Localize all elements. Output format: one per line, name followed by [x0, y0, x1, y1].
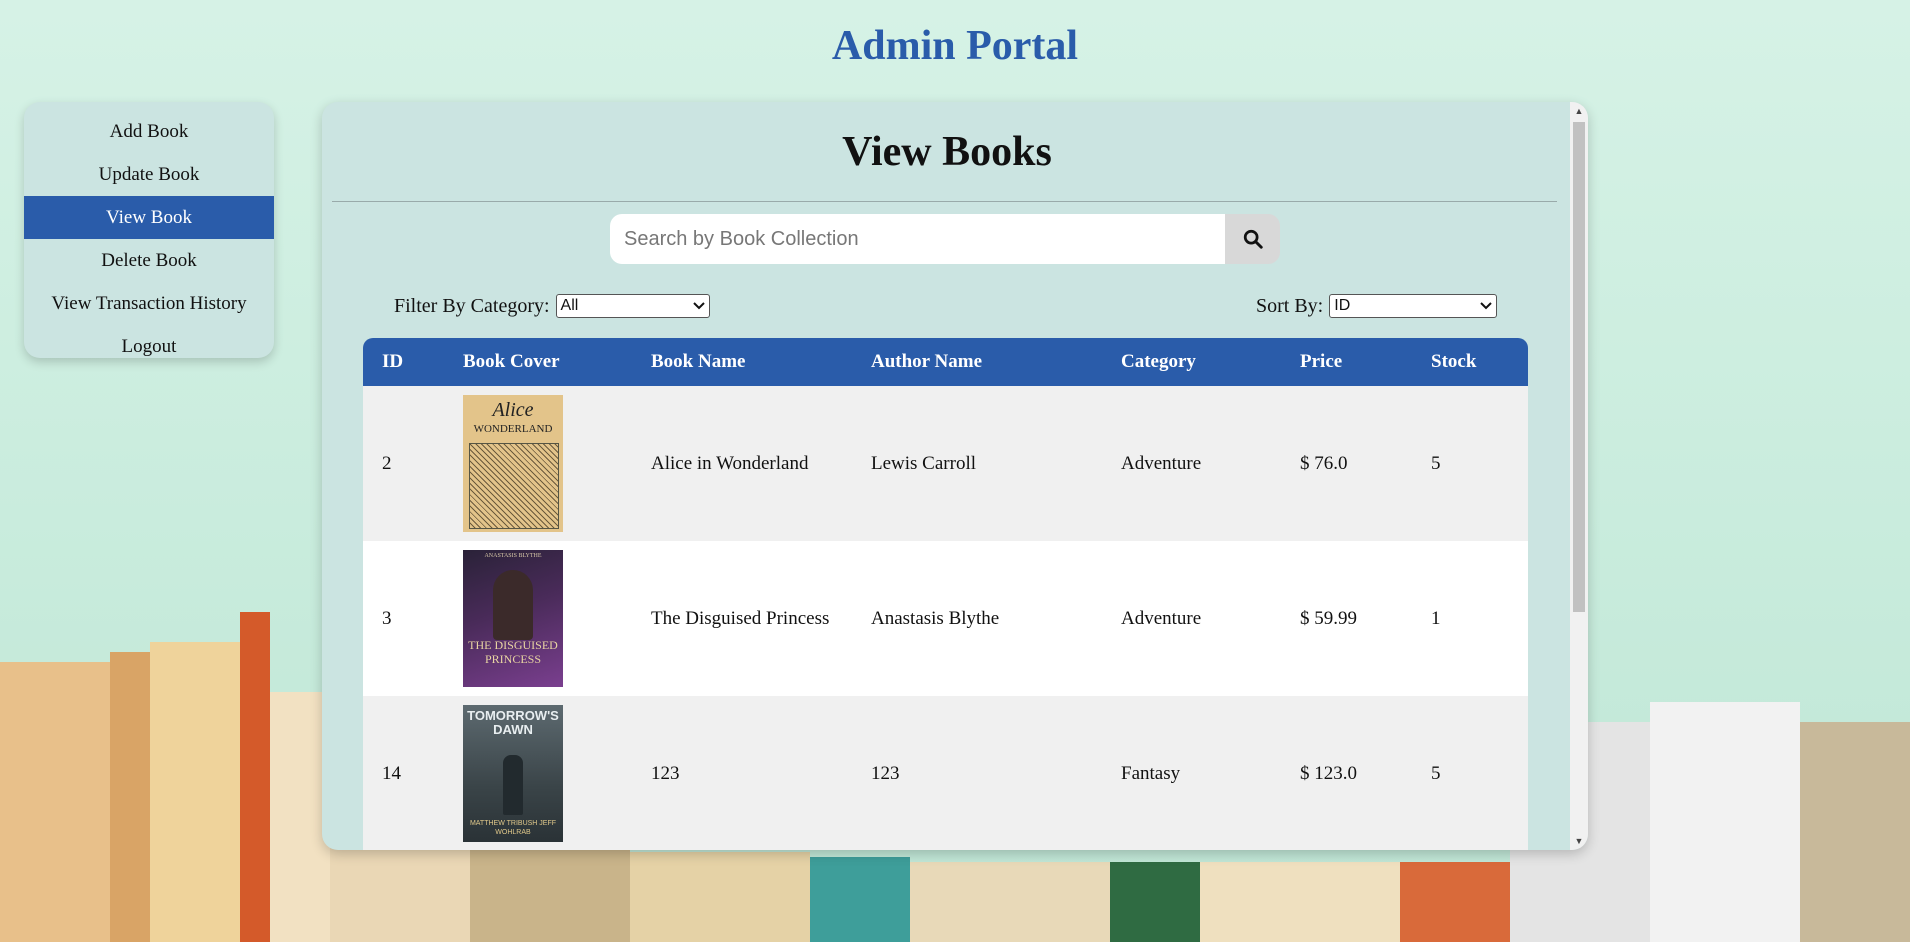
cell-book-name: 123 — [651, 762, 680, 784]
scroll-up-arrow[interactable]: ▲ — [1570, 102, 1588, 120]
sort-control: Sort By: ID — [1256, 294, 1498, 318]
sidebar-item-view-book[interactable]: View Book — [24, 196, 274, 239]
cell-book-cover: ANASTASIS BLYTHE THE DISGUISED PRINCESS — [444, 541, 632, 696]
panel-scrollbar[interactable]: ▲ ▼ — [1570, 102, 1588, 850]
cell-id: 14 — [382, 762, 401, 784]
filter-label: Filter By Category: — [394, 294, 550, 317]
books-table: ID Book Cover Book Name Author Name Cate… — [363, 338, 1528, 850]
chevron-down-icon — [692, 302, 705, 310]
category-select-value: All — [560, 297, 579, 314]
column-header-price[interactable]: Price — [1281, 338, 1412, 386]
sidebar-item-delete-book[interactable]: Delete Book — [24, 239, 274, 282]
chevron-down-icon — [1480, 302, 1492, 310]
sort-select-value: ID — [1334, 297, 1351, 314]
cell-id: 3 — [382, 607, 392, 629]
book-cover-image: TOMORROW'S DAWN MATTHEW TRIBUSH JEFF WOH… — [463, 705, 563, 842]
cover-title: TOMORROW'S DAWN — [467, 708, 559, 737]
cover-subtitle: WONDERLAND — [473, 423, 553, 435]
cell-book-name: The Disguised Princess — [651, 607, 830, 629]
cell-price: $ 76.0 — [1300, 452, 1348, 474]
table-row[interactable]: 3 ANASTASIS BLYTHE THE DISGUISED PRINCES… — [363, 541, 1528, 696]
cell-price: $ 123.0 — [1300, 762, 1357, 784]
column-header-category[interactable]: Category — [1102, 338, 1281, 386]
cell-book-cover: Alice WONDERLAND — [444, 386, 632, 541]
search-input[interactable] — [610, 214, 1225, 264]
cell-stock: 1 — [1431, 607, 1441, 629]
column-header-stock[interactable]: Stock — [1412, 338, 1528, 386]
table-row[interactable]: 2 Alice WONDERLAND Alice in Wonderland L… — [363, 386, 1528, 541]
column-header-id[interactable]: ID — [363, 338, 444, 386]
category-filter: Filter By Category: All — [394, 294, 710, 318]
table-row[interactable]: 14 TOMORROW'S DAWN MATTHEW TRIBUSH JEFF … — [363, 696, 1528, 850]
book-cover-image: Alice WONDERLAND — [463, 395, 563, 532]
column-header-book-cover[interactable]: Book Cover — [444, 338, 632, 386]
sidebar-item-add-book[interactable]: Add Book — [24, 110, 274, 153]
scrollbar-thumb[interactable] — [1573, 122, 1585, 612]
cell-book-name: Alice in Wonderland — [651, 452, 809, 474]
portal-title: Admin Portal — [831, 23, 1079, 69]
cell-category: Adventure — [1121, 607, 1202, 629]
cell-stock: 5 — [1431, 762, 1441, 784]
book-cover-image: ANASTASIS BLYTHE THE DISGUISED PRINCESS — [463, 550, 563, 687]
cover-title: THE DISGUISED PRINCESS — [468, 638, 558, 666]
sort-label: Sort By: — [1256, 294, 1324, 317]
cover-authors: MATTHEW TRIBUSH JEFF WOHLRAB — [469, 820, 557, 836]
view-books-panel: View Books Filter By Category: All Sort … — [322, 102, 1588, 850]
cell-id: 2 — [382, 452, 392, 474]
cover-title: Alice — [492, 399, 534, 421]
sidebar-item-logout[interactable]: Logout — [24, 325, 274, 368]
cell-author-name: Lewis Carroll — [871, 452, 977, 474]
cell-price: $ 59.99 — [1300, 607, 1357, 629]
title-divider — [332, 201, 1557, 202]
category-select[interactable]: All — [555, 294, 710, 318]
sort-select[interactable]: ID — [1329, 294, 1498, 318]
column-header-author-name[interactable]: Author Name — [852, 338, 1102, 386]
sidebar: Add Book Update Book View Book Delete Bo… — [24, 102, 274, 358]
search-icon — [1243, 229, 1263, 249]
page-title: View Books — [842, 129, 1052, 175]
scroll-down-arrow[interactable]: ▼ — [1570, 832, 1588, 850]
cell-author-name: 123 — [871, 762, 900, 784]
column-header-book-name[interactable]: Book Name — [632, 338, 852, 386]
cell-stock: 5 — [1431, 452, 1441, 474]
cell-category: Fantasy — [1121, 762, 1181, 784]
cell-category: Adventure — [1121, 452, 1202, 474]
cell-book-cover: TOMORROW'S DAWN MATTHEW TRIBUSH JEFF WOH… — [444, 696, 632, 850]
search-bar — [610, 214, 1280, 264]
sidebar-item-view-transaction-history[interactable]: View Transaction History — [24, 282, 274, 325]
sidebar-item-update-book[interactable]: Update Book — [24, 153, 274, 196]
search-button[interactable] — [1225, 214, 1280, 264]
table-header-row: ID Book Cover Book Name Author Name Cate… — [363, 338, 1528, 386]
cover-author: ANASTASIS BLYTHE — [484, 553, 542, 559]
cell-author-name: Anastasis Blythe — [871, 607, 1000, 629]
